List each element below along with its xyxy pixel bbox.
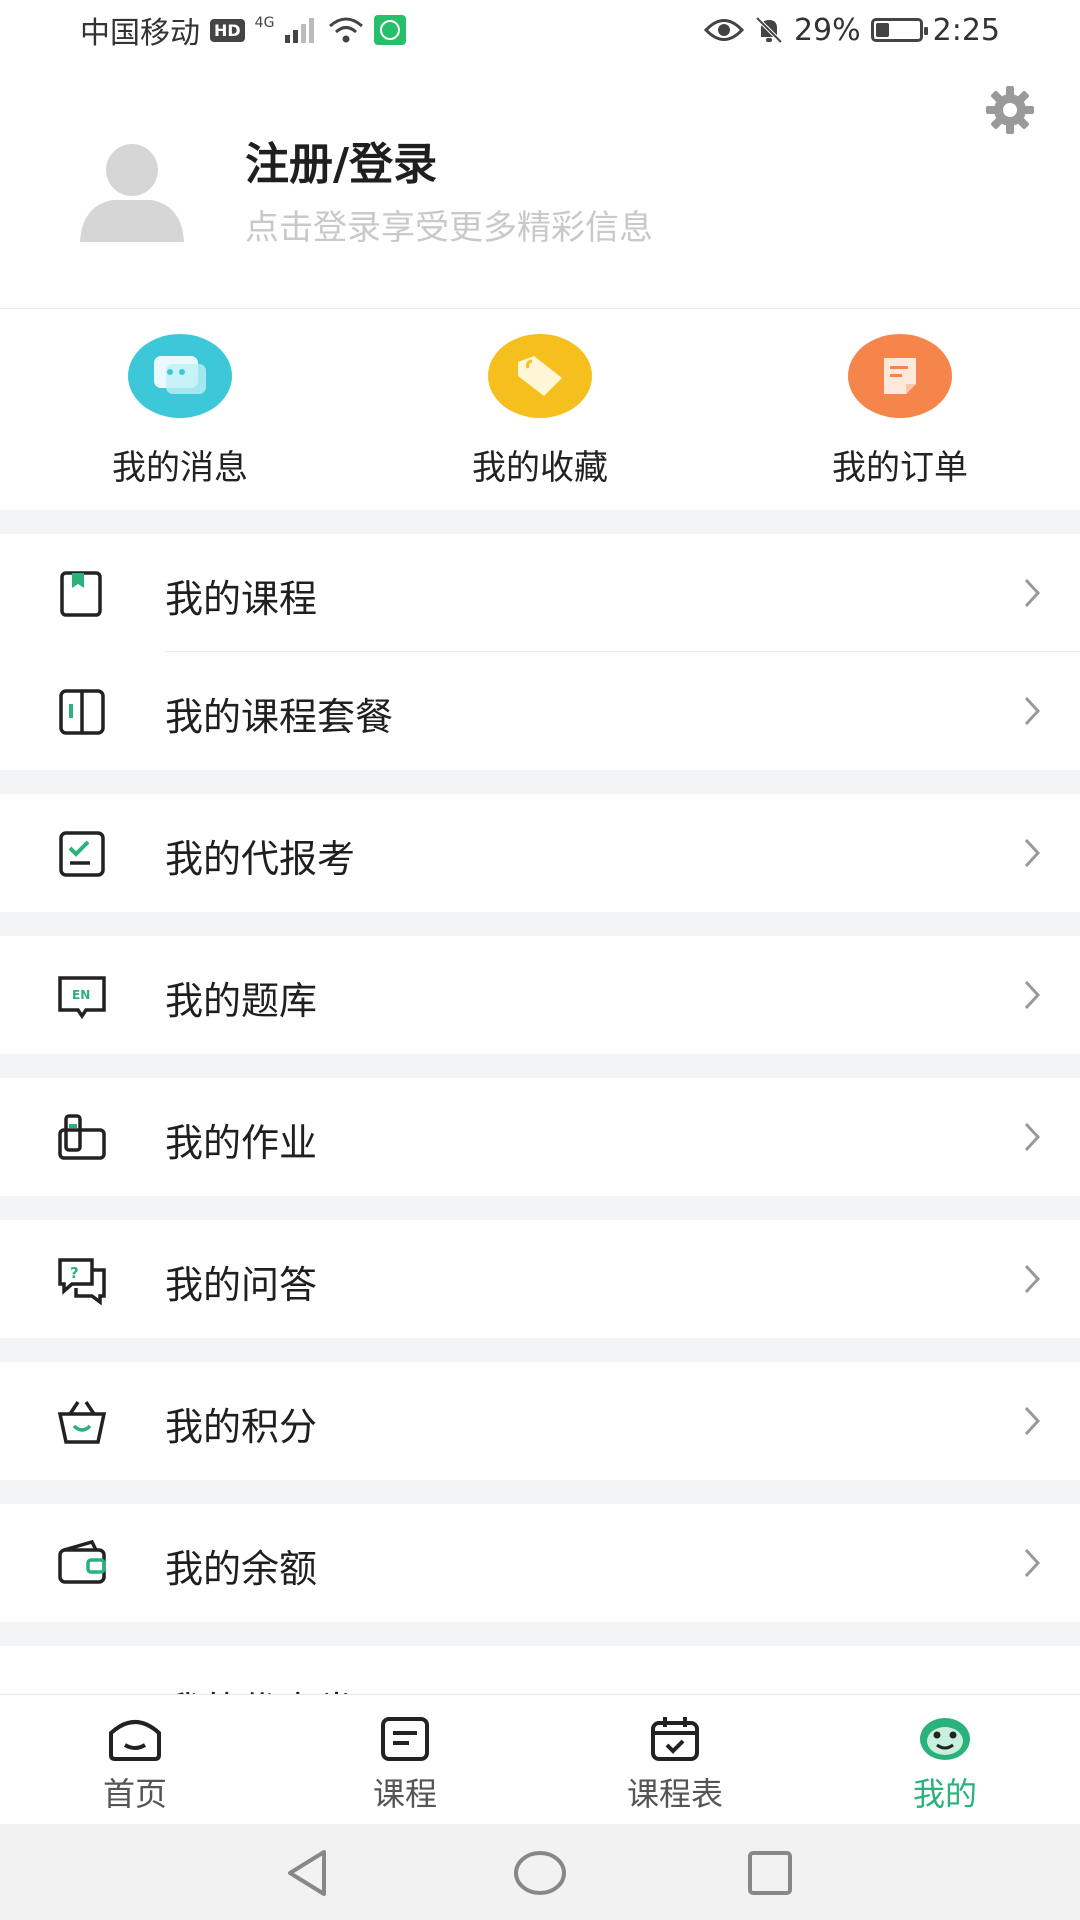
menu-label: 我的优惠券 bbox=[165, 1680, 355, 1694]
menu-item-balance[interactable]: 我的余额 bbox=[0, 1504, 1080, 1622]
carrier-label: 中国移动 bbox=[80, 16, 200, 51]
messages-badge bbox=[128, 334, 232, 418]
avatar-placeholder-icon[interactable] bbox=[72, 130, 192, 250]
menu-label: 我的课程 bbox=[165, 577, 318, 621]
section-gap bbox=[0, 912, 1080, 936]
checklist-icon bbox=[59, 831, 105, 877]
open-book-icon bbox=[59, 689, 105, 735]
menu-item-points[interactable]: 我的积分 bbox=[0, 1362, 1080, 1480]
message-icon bbox=[154, 356, 206, 394]
chevron-right-icon bbox=[1024, 1406, 1041, 1436]
quick-actions: 我的消息 我的收藏 我的订单 bbox=[0, 320, 1080, 510]
network-type: 4G bbox=[254, 15, 275, 31]
tab-schedule[interactable]: 课程表 bbox=[575, 1695, 775, 1825]
system-navigation-bar bbox=[0, 1824, 1080, 1920]
wechat-notification-icon bbox=[374, 15, 407, 45]
menu-item-qa[interactable]: ? 我的问答 bbox=[0, 1220, 1080, 1338]
tab-label: 课程 bbox=[372, 1775, 437, 1813]
tab-label: 首页 bbox=[102, 1775, 167, 1813]
clock: 2:25 bbox=[932, 12, 1000, 48]
basket-icon bbox=[57, 1401, 107, 1444]
order-icon bbox=[884, 358, 916, 394]
question-chat-icon: ? bbox=[58, 1258, 106, 1306]
section-gap bbox=[0, 1622, 1080, 1646]
section-gap bbox=[0, 1480, 1080, 1504]
tab-home[interactable]: 首页 bbox=[35, 1695, 235, 1825]
svg-text:EN: EN bbox=[72, 988, 90, 1002]
back-triangle-icon[interactable] bbox=[280, 1846, 340, 1900]
quick-label-favorites: 我的收藏 bbox=[472, 448, 608, 488]
section-gap bbox=[0, 1054, 1080, 1078]
menu-item-coupons[interactable]: 我的优惠券 bbox=[0, 1646, 1080, 1694]
favorites-badge bbox=[488, 334, 592, 418]
home-circle-icon[interactable] bbox=[510, 1846, 570, 1900]
quick-item-favorites[interactable]: 我的收藏 bbox=[410, 320, 670, 489]
menu-item-course-packages[interactable]: 我的课程套餐 bbox=[0, 652, 1080, 770]
svg-text:?: ? bbox=[70, 1264, 79, 1282]
menu-item-homework[interactable]: 我的作业 bbox=[0, 1078, 1080, 1196]
menu-label: 我的课程套餐 bbox=[165, 695, 394, 739]
header-divider bbox=[0, 308, 1080, 309]
menu-label: 我的积分 bbox=[165, 1405, 318, 1449]
login-subtitle[interactable]: 点击登录享受更多精彩信息 bbox=[245, 200, 653, 249]
tab-label: 课程表 bbox=[626, 1775, 723, 1813]
menu-label: 我的问答 bbox=[165, 1263, 318, 1307]
menu-label: 我的题库 bbox=[165, 979, 318, 1023]
battery-level bbox=[875, 23, 889, 37]
status-bar: 中国移动 HD 4G 29% 2:25 bbox=[0, 0, 1080, 60]
section-gap bbox=[0, 510, 1080, 534]
chevron-right-icon bbox=[1024, 1548, 1041, 1578]
quick-item-orders[interactable]: 我的订单 bbox=[770, 320, 1030, 489]
menu-label: 我的余额 bbox=[165, 1547, 318, 1591]
wifi-icon bbox=[329, 17, 364, 43]
menu-item-exam-registration[interactable]: 我的代报考 bbox=[0, 794, 1080, 912]
bottom-tab-bar: 首页 课程 课程表 我的 bbox=[0, 1694, 1080, 1824]
settings-gear-icon[interactable] bbox=[982, 82, 1038, 138]
chevron-right-icon bbox=[1024, 980, 1041, 1010]
chevron-right-icon bbox=[1024, 1264, 1041, 1294]
orders-badge bbox=[848, 334, 952, 418]
calendar-icon bbox=[651, 1717, 699, 1761]
menu-item-question-bank[interactable]: EN 我的题库 bbox=[0, 936, 1080, 1054]
quick-label-messages: 我的消息 bbox=[112, 448, 248, 488]
battery-percent: 29% bbox=[793, 12, 861, 48]
section-gap bbox=[0, 770, 1080, 794]
home-icon bbox=[109, 1720, 161, 1761]
chevron-right-icon bbox=[1024, 578, 1041, 608]
menu-label: 我的作业 bbox=[165, 1121, 318, 1165]
quick-label-orders: 我的订单 bbox=[832, 448, 968, 488]
bookmark-book-icon bbox=[60, 571, 102, 617]
chevron-right-icon bbox=[1024, 838, 1041, 868]
homework-icon bbox=[58, 1114, 106, 1160]
tab-profile[interactable]: 我的 bbox=[845, 1695, 1045, 1825]
course-icon bbox=[381, 1717, 429, 1761]
chevron-right-icon bbox=[1024, 1122, 1041, 1152]
section-gap bbox=[0, 1196, 1080, 1220]
hd-badge: HD bbox=[210, 18, 245, 42]
recents-square-icon[interactable] bbox=[740, 1846, 800, 1900]
tag-icon bbox=[518, 356, 562, 396]
wallet-icon bbox=[58, 1539, 106, 1584]
mute-bell-icon bbox=[755, 16, 783, 44]
menu-item-my-courses[interactable]: 我的课程 bbox=[0, 534, 1080, 652]
eye-icon bbox=[703, 19, 744, 41]
signal-icon bbox=[285, 18, 315, 43]
tab-courses[interactable]: 课程 bbox=[305, 1695, 505, 1825]
section-gap bbox=[0, 1338, 1080, 1362]
quick-item-messages[interactable]: 我的消息 bbox=[50, 320, 310, 489]
chevron-right-icon bbox=[1024, 696, 1041, 726]
login-title[interactable]: 注册/登录 bbox=[245, 128, 437, 192]
en-book-icon: EN bbox=[58, 976, 106, 1020]
menu-label: 我的代报考 bbox=[165, 837, 356, 881]
battery-icon bbox=[870, 18, 928, 42]
tab-label: 我的 bbox=[912, 1775, 977, 1813]
profile-face-icon bbox=[920, 1718, 970, 1760]
coupon-icon bbox=[56, 1680, 108, 1694]
